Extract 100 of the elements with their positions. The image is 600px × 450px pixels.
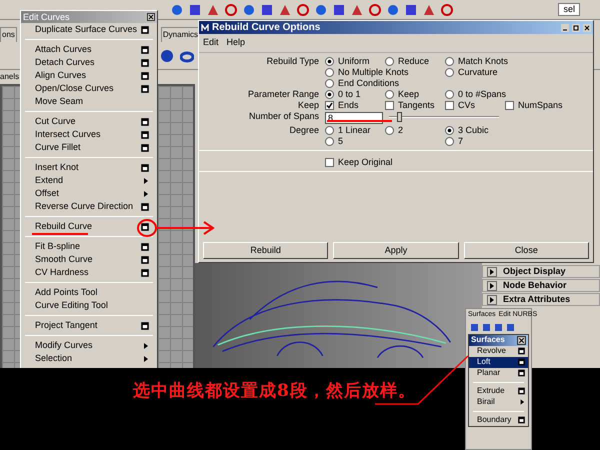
menu-item[interactable]: Revolve xyxy=(469,346,528,356)
radio-button[interactable] xyxy=(445,136,454,146)
option-box-icon[interactable] xyxy=(141,84,149,92)
option-box-icon[interactable] xyxy=(141,322,149,330)
radio-button[interactable] xyxy=(385,56,394,66)
attribute-section[interactable]: Extra Attributes xyxy=(482,293,600,306)
menu-item[interactable]: Open/Close Curves xyxy=(21,82,157,95)
dialog-button[interactable]: Apply xyxy=(333,242,459,259)
checkbox-option[interactable]: CVs xyxy=(445,100,476,110)
menu-item[interactable]: Curve Fillet xyxy=(21,141,157,154)
radio-option[interactable]: 7 xyxy=(445,136,464,146)
menu-item[interactable]: Birail xyxy=(469,396,528,408)
checkbox-option[interactable]: Ends xyxy=(325,100,359,110)
menu-item[interactable]: Align Curves xyxy=(21,69,157,82)
option-box-icon[interactable] xyxy=(141,164,149,172)
option-box-icon[interactable] xyxy=(141,268,149,276)
menu-item[interactable]: Attach Curves xyxy=(21,43,157,56)
shelf-tab[interactable]: ons xyxy=(0,27,17,42)
radio-option[interactable]: 0 to #Spans xyxy=(445,88,506,100)
menu-bar-item[interactable]: Edit xyxy=(203,36,219,50)
menu-item[interactable]: Rebuild Curve xyxy=(21,220,157,233)
radio-option[interactable]: Match Knots xyxy=(445,56,508,66)
menu-item[interactable]: Extrude xyxy=(469,386,528,396)
torus-icon[interactable] xyxy=(180,48,194,62)
option-box-icon[interactable] xyxy=(141,118,149,126)
radio-option[interactable]: Uniform xyxy=(325,56,370,66)
cube-icon[interactable] xyxy=(404,2,418,16)
menu-item[interactable]: Detach Curves xyxy=(21,56,157,69)
attribute-section[interactable]: Object Display xyxy=(482,265,600,278)
menu-item[interactable]: Extend xyxy=(21,174,157,187)
close-icon[interactable] xyxy=(583,24,591,32)
radio-option[interactable]: 3 Cubic xyxy=(445,124,489,136)
radio-option[interactable]: Reduce xyxy=(385,56,430,66)
cone-icon[interactable] xyxy=(422,2,436,16)
radio-option[interactable]: 5 xyxy=(325,136,344,146)
checkbox[interactable] xyxy=(445,100,454,110)
menu-item[interactable]: Cut Curve xyxy=(21,115,157,128)
cube-icon[interactable] xyxy=(188,2,202,16)
menu-item[interactable]: Fit B-spline xyxy=(21,240,157,253)
dialog-button[interactable]: Rebuild xyxy=(203,242,328,259)
radio-option[interactable]: Curvature xyxy=(445,66,498,78)
radio-option[interactable]: 0 to 1 xyxy=(325,88,361,100)
ring-icon[interactable] xyxy=(440,2,454,16)
option-box-icon[interactable] xyxy=(518,369,525,377)
radio-option[interactable]: 1 Linear xyxy=(325,124,371,136)
option-box-icon[interactable] xyxy=(141,46,149,54)
option-box-icon[interactable] xyxy=(141,222,149,230)
sphere-icon[interactable] xyxy=(314,2,328,16)
checkbox[interactable] xyxy=(385,100,394,110)
cube-icon[interactable] xyxy=(260,2,274,16)
checkbox-option[interactable]: Tangents xyxy=(385,100,435,110)
close-icon[interactable] xyxy=(517,336,526,344)
dialog-button[interactable]: Close xyxy=(464,242,589,259)
menu-item[interactable]: Selection xyxy=(21,352,157,365)
checkbox-option[interactable]: NumSpans xyxy=(505,100,563,110)
option-box-icon[interactable] xyxy=(518,347,525,355)
sphere-icon[interactable] xyxy=(160,48,174,62)
ring-icon[interactable] xyxy=(368,2,382,16)
menu-item[interactable]: Duplicate Surface Curves xyxy=(21,23,157,36)
option-box-icon[interactable] xyxy=(141,256,149,264)
radio-option[interactable]: 2 xyxy=(385,124,404,136)
option-box-icon[interactable] xyxy=(518,387,525,395)
radio-button[interactable] xyxy=(445,68,454,76)
option-box-icon[interactable] xyxy=(141,144,149,152)
menu-item[interactable]: CV Hardness xyxy=(21,266,157,279)
menu-item[interactable]: Add Points Tool xyxy=(21,286,157,299)
ring-icon[interactable] xyxy=(224,2,238,16)
radio-option[interactable]: End Conditions xyxy=(325,78,400,88)
option-box-icon[interactable] xyxy=(141,72,149,80)
checkbox[interactable] xyxy=(505,100,514,110)
expand-arrow-icon[interactable] xyxy=(487,280,497,290)
checkbox[interactable] xyxy=(325,158,334,166)
menu-item[interactable]: Planar xyxy=(469,368,528,378)
radio-button[interactable] xyxy=(325,56,334,66)
radio-button[interactable] xyxy=(325,68,334,76)
attribute-section[interactable]: Node Behavior xyxy=(482,279,600,292)
menu-item[interactable]: Curve Editing Tool xyxy=(21,299,157,312)
radio-button[interactable] xyxy=(445,126,454,134)
menu-item[interactable]: Move Seam xyxy=(21,95,157,108)
option-box-icon[interactable] xyxy=(141,130,149,138)
cube-icon[interactable] xyxy=(332,2,346,16)
menu-item[interactable]: Project Tangent xyxy=(21,319,157,332)
menu-item[interactable]: Intersect Curves xyxy=(21,128,157,141)
radio-button[interactable] xyxy=(325,136,334,146)
sphere-icon[interactable] xyxy=(242,2,256,16)
radio-option[interactable]: Keep xyxy=(385,88,420,100)
menu-bar-item[interactable]: Help xyxy=(226,36,246,50)
radio-button[interactable] xyxy=(385,90,394,98)
radio-button[interactable] xyxy=(325,78,334,88)
checkbox-option[interactable]: Keep Original xyxy=(325,156,393,168)
radio-button[interactable] xyxy=(445,56,454,66)
shelf-tab[interactable]: Dynamics xyxy=(160,27,200,42)
minimize-icon[interactable] xyxy=(561,24,569,32)
radio-button[interactable] xyxy=(445,90,454,98)
radio-option[interactable]: No Multiple Knots xyxy=(325,66,409,78)
maximize-icon[interactable] xyxy=(572,24,580,32)
radio-button[interactable] xyxy=(385,126,394,134)
menu-item[interactable]: Insert Knot xyxy=(21,161,157,174)
sphere-icon[interactable] xyxy=(386,2,400,16)
menu-item[interactable]: Reverse Curve Direction xyxy=(21,200,157,213)
